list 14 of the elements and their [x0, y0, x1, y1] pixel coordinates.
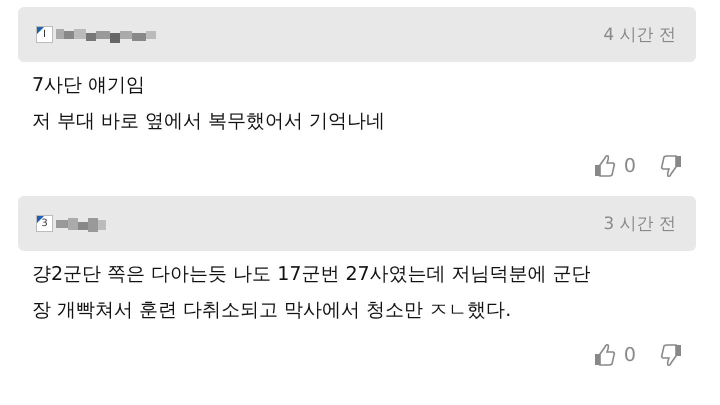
thumbs-up-icon[interactable] [594, 343, 616, 367]
comment-time: 3 시간 전 [603, 213, 676, 235]
thumbs-up-icon[interactable] [594, 154, 616, 178]
comment-text: 걍2군단 쪽은 다아는듯 나도 17군번 27사였는데 저님덕분에 군단 [32, 262, 592, 287]
comment-text: 저 부대 바로 옆에서 복무했어서 기억나네 [32, 109, 386, 134]
thumbs-down-icon[interactable] [660, 154, 682, 178]
level-badge: I [36, 26, 53, 43]
comment-text: 7사단 얘기임 [32, 73, 146, 98]
level-badge: 3 [36, 215, 53, 232]
comment-time: 4 시간 전 [603, 24, 676, 46]
comment-text: 장 개빡쳐서 훈련 다취소되고 막사에서 청소만 ㅈㄴ했다. [32, 298, 512, 323]
thumbs-down-icon[interactable] [660, 343, 682, 367]
like-count: 0 [624, 344, 636, 366]
like-count: 0 [624, 155, 636, 177]
